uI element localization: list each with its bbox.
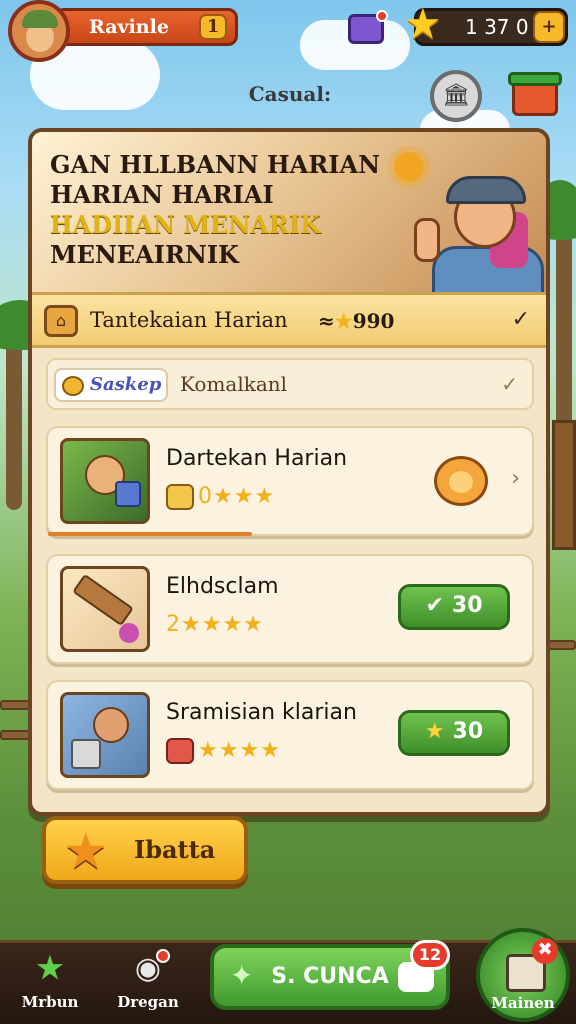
top-bar: Ravinle 1 1 37 0 + ★	[0, 0, 576, 62]
hero-line-4: MENEAIRNIK	[50, 240, 239, 269]
daily-task-header[interactable]: ⌂ Tantekaian Harian ≈★990 ✓	[32, 292, 546, 348]
star-icon: ★	[404, 0, 442, 48]
thumbs-up-icon	[414, 218, 440, 262]
daily-task-title: Tantekaian Harian	[90, 308, 288, 332]
task-title: Elhdsclam	[166, 574, 279, 599]
star-icon: ★	[424, 719, 445, 744]
main-menu-label: Mainen	[491, 994, 555, 1012]
lion-reward-icon	[434, 456, 488, 506]
task-thumbnail	[60, 438, 150, 524]
coin-icon	[62, 376, 84, 396]
dice-icon	[166, 738, 194, 764]
chevron-right-icon[interactable]: ›	[511, 466, 520, 491]
chevron-down-icon[interactable]: ✓	[501, 372, 518, 396]
category-chip[interactable]: Saskep	[54, 368, 168, 402]
lion-face	[449, 471, 473, 493]
reward-amount: 30	[451, 593, 483, 618]
task-card[interactable]: Elhdsclam 2★★★★ ✔ 30	[46, 554, 534, 664]
task-stars: 0★★★	[166, 484, 275, 510]
add-stars-button[interactable]: +	[533, 11, 565, 43]
hero-line-3: HADIIAN MENARIK	[50, 210, 321, 239]
task-card[interactable]: Dartekan Harian 0★★★ ›	[46, 426, 534, 536]
daily-tasks-panel: GAN HLLBANN HARIAN HARIAN HARIAI HADIIAN…	[28, 128, 550, 816]
shop-box-lid	[508, 72, 562, 86]
player-name: Ravinle	[89, 16, 169, 38]
building-icon[interactable]: 🏛	[430, 70, 482, 122]
hero-line-1: GAN HLLBANN HARIAN	[50, 150, 380, 179]
claim-button[interactable]: ★ Ibatta	[42, 816, 248, 884]
claim-reward-button[interactable]: ✔ 30	[398, 584, 510, 630]
claim-reward-button[interactable]: ★ 30	[398, 710, 510, 756]
notification-dot	[156, 949, 170, 963]
daily-reward: ≈★990	[318, 309, 394, 333]
palm-trunk	[6, 330, 22, 510]
reward-amount: 30	[452, 719, 484, 744]
level-badge: 1	[199, 14, 227, 40]
hut	[552, 420, 576, 550]
nav-item-label: Mrbun	[21, 993, 79, 1011]
reward-star-icon: ★	[334, 309, 353, 333]
berry	[119, 623, 139, 643]
reward-value: 990	[352, 309, 395, 333]
hero-banner: GAN HLLBANN HARIAN HARIAN HARIAI HADIIAN…	[32, 132, 546, 292]
fence	[0, 730, 30, 740]
mascot-character	[402, 162, 546, 292]
close-icon[interactable]: ✖	[532, 938, 558, 964]
category-row[interactable]: Saskep Komalkanl ✓	[46, 358, 534, 410]
task-card[interactable]: Sramisian klarian ★★★★ ★ 30	[46, 680, 534, 790]
avatar-hat	[22, 10, 58, 28]
category-chip-label: Saskep	[90, 374, 162, 395]
task-progress-bar	[48, 532, 252, 536]
avatar[interactable]	[8, 0, 70, 62]
reward-prefix: ≈	[318, 309, 335, 333]
star-count: 1 37 0	[465, 15, 529, 39]
wooden-plank	[72, 573, 134, 627]
nav-item-dragon[interactable]: ◉ Dregan	[108, 949, 188, 1011]
sparkle-icon: ✦	[230, 959, 254, 992]
nav-item-label: Dregan	[117, 993, 179, 1011]
shop-box-icon[interactable]	[508, 70, 562, 118]
task-title: Sramisian klarian	[166, 700, 357, 725]
task-stars-text: 0★★★	[198, 484, 276, 509]
toy-block	[115, 481, 141, 507]
task-title: Dartekan Harian	[166, 446, 348, 471]
task-stars-text: ★★★★	[198, 738, 281, 763]
fence	[0, 700, 30, 710]
mascot-cap	[446, 176, 526, 204]
star-icon: ★	[66, 826, 106, 877]
character-face	[93, 707, 129, 743]
player-name-pill[interactable]: Ravinle 1	[54, 8, 238, 46]
task-stars: 2★★★★	[166, 612, 264, 637]
hero-text: GAN HLLBANN HARIAN HARIAN HARIAI HADIIAN…	[50, 150, 380, 270]
gift-box-icon[interactable]	[344, 6, 388, 46]
nav-item-home[interactable]: ★ Mrbun	[10, 951, 90, 1011]
star-icon: ★	[36, 951, 64, 986]
coin-icon	[166, 484, 194, 510]
category-label: Komalkanl	[180, 372, 288, 396]
hero-line-2: HARIAN HARIAI	[50, 180, 274, 209]
check-icon: ✔	[425, 593, 444, 618]
notification-count-badge: 12	[410, 940, 450, 970]
task-thumbnail	[60, 692, 150, 778]
claim-button-label: Ibatta	[134, 835, 216, 864]
chevron-down-icon[interactable]: ✓	[512, 307, 530, 332]
mode-label: Casual:	[248, 82, 332, 106]
shop-icon: ⌂	[44, 305, 78, 337]
play-button-label: S. CUNCA	[271, 964, 389, 989]
toy-block	[71, 739, 101, 769]
notification-dot	[376, 10, 388, 22]
fence	[548, 640, 576, 650]
task-stars: ★★★★	[166, 738, 281, 764]
task-thumbnail	[60, 566, 150, 652]
